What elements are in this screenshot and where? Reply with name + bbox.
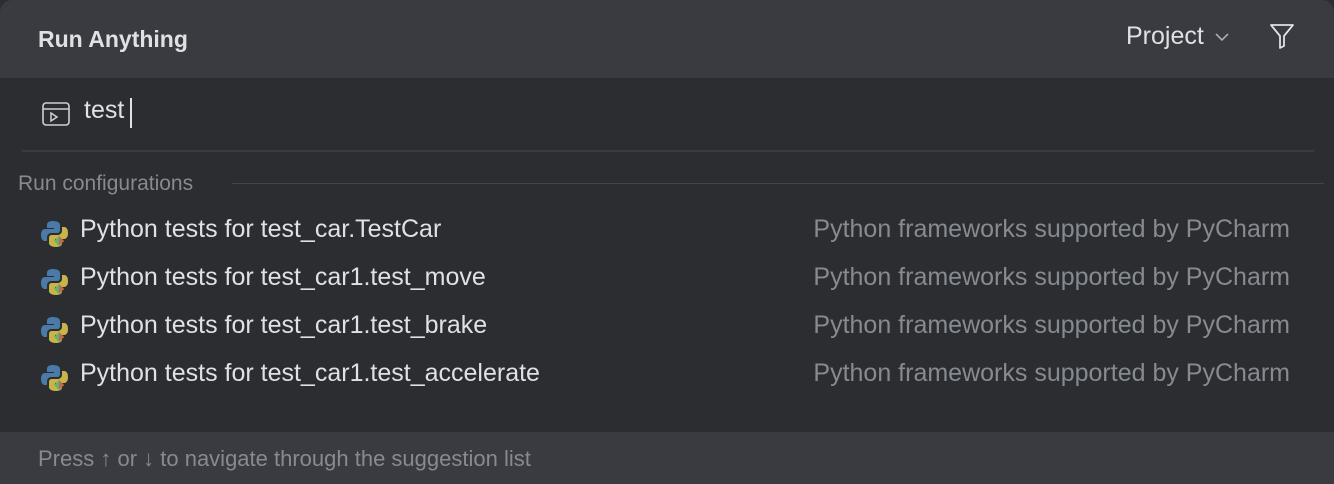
divider (232, 183, 1324, 184)
scope-label: Project (1126, 22, 1204, 50)
python-tests-icon (41, 365, 68, 391)
item-description: Python frameworks supported by PyCharm (813, 359, 1290, 387)
group-header: Run configurations (18, 172, 194, 195)
list-item[interactable]: Python tests for test_car1.test_move Pyth… (0, 255, 1334, 303)
item-description: Python frameworks supported by PyCharm (813, 215, 1290, 243)
item-label: Python tests for test_car1.test_brake (80, 311, 488, 339)
item-description: Python frameworks supported by PyCharm (813, 263, 1290, 291)
list-item[interactable]: Python tests for test_car1.test_accelera… (0, 351, 1334, 399)
footer-hint: Press ↑ or ↓ to navigate through the sug… (38, 446, 531, 471)
python-tests-icon (41, 317, 68, 343)
divider (22, 150, 1314, 152)
footer: Press ↑ or ↓ to navigate through the sug… (0, 432, 1334, 484)
chevron-down-icon (1215, 32, 1229, 41)
run-window-icon (42, 102, 70, 126)
list-item[interactable]: Python tests for test_car.TestCar Python … (0, 207, 1334, 255)
item-label: Python tests for test_car.TestCar (80, 215, 442, 243)
python-tests-icon (41, 221, 68, 247)
item-label: Python tests for test_car1.test_move (80, 263, 486, 291)
scope-dropdown[interactable]: Project (1126, 22, 1230, 51)
dialog-header: Run Anything Project (0, 0, 1334, 78)
search-input[interactable] (84, 96, 1284, 125)
dialog-title: Run Anything (38, 26, 188, 52)
text-cursor (130, 98, 132, 128)
python-tests-icon (41, 269, 68, 295)
list-item[interactable]: Python tests for test_car1.test_brake Pyt… (0, 303, 1334, 351)
item-description: Python frameworks supported by PyCharm (813, 311, 1290, 339)
filter-icon[interactable] (1268, 22, 1296, 50)
item-label: Python tests for test_car1.test_accelera… (80, 359, 540, 387)
